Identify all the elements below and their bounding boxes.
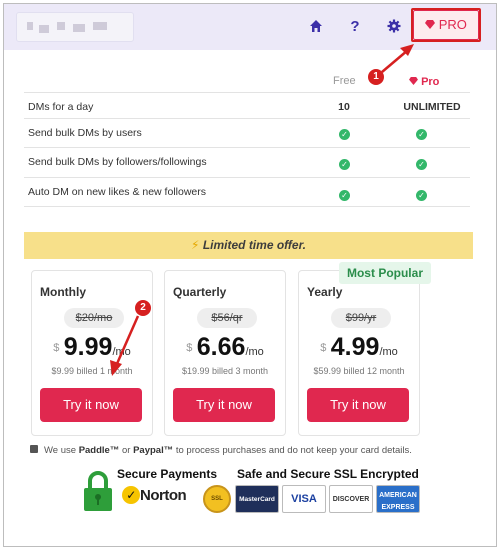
- table-row: Auto DM on new likes & new followers ✓ ✓: [24, 177, 470, 207]
- currency: $: [53, 342, 60, 354]
- gem-icon: [409, 76, 418, 88]
- pro-button-label: PRO: [438, 17, 467, 32]
- feature-label: Auto DM on new likes & new followers: [28, 186, 206, 198]
- norton-label: Norton: [140, 487, 187, 504]
- pro-button[interactable]: PRO: [413, 10, 479, 40]
- try-yearly-button[interactable]: Try it now: [307, 388, 409, 422]
- plan-name: Quarterly: [173, 285, 227, 299]
- old-price: $99/yr: [331, 308, 391, 328]
- price-period: /mo: [379, 346, 398, 358]
- plan-name: Monthly: [40, 285, 86, 299]
- col-pro-label: Pro: [421, 76, 440, 88]
- check-icon: ✓: [339, 190, 350, 201]
- table-row: Send bulk DMs by followers/followings ✓ …: [24, 147, 470, 177]
- discover-badge: DISCOVER: [329, 485, 373, 513]
- check-icon: ✓: [416, 159, 427, 170]
- visa-badge: VISA: [282, 485, 326, 513]
- try-quarterly-button[interactable]: Try it now: [173, 388, 275, 422]
- ssl-seal-badge: SSL: [203, 485, 231, 513]
- arrow-icon: [110, 315, 140, 376]
- free-value: 10: [338, 101, 350, 113]
- ssl-title: Safe and Secure SSL Encrypted: [237, 467, 419, 481]
- gear-icon[interactable]: [385, 19, 403, 37]
- padlock-icon: [84, 471, 112, 511]
- price: $ 6.66/mo: [165, 333, 285, 362]
- norton-badge: ✓ Norton: [122, 486, 187, 504]
- paypal-label: Paypal™: [133, 445, 174, 456]
- card-label: VISA: [291, 493, 317, 505]
- card-label: DISCOVER: [332, 496, 370, 503]
- feature-label: Send bulk DMs by users: [28, 127, 142, 139]
- price-amount: 6.66: [196, 333, 246, 361]
- price-amount: 4.99: [330, 333, 380, 361]
- note-text: or: [119, 445, 134, 456]
- col-pro: Pro: [409, 76, 439, 88]
- secure-payments-title: Secure Payments: [117, 467, 218, 481]
- card-label: AMERICAN EXPRESS: [379, 492, 417, 511]
- price: $ 4.99/mo: [299, 333, 419, 362]
- price-period: /mo: [245, 346, 264, 358]
- arrow-icon: [381, 44, 414, 73]
- gem-icon: [425, 11, 436, 38]
- check-icon: ✓: [339, 159, 350, 170]
- plan-card-quarterly: Quarterly $56/qr $ 6.66/mo $19.99 billed…: [164, 270, 286, 436]
- offer-banner: ⚡ Limited time offer.: [24, 232, 473, 259]
- check-icon: ✓: [416, 190, 427, 201]
- col-free: Free: [333, 75, 356, 87]
- billed-note: $19.99 billed 3 month: [181, 366, 269, 376]
- old-price: $56/qr: [197, 308, 257, 328]
- checkmark-icon: ✓: [122, 486, 140, 504]
- billed-note: $59.99 billed 12 month: [313, 366, 405, 376]
- lock-icon: [30, 445, 38, 453]
- payment-note: We use Paddle™ or Paypal™ to process pur…: [30, 445, 412, 456]
- paddle-label: Paddle™: [78, 445, 120, 456]
- mastercard-badge: MasterCard: [235, 485, 279, 513]
- table-row: Send bulk DMs by users ✓ ✓: [24, 118, 470, 148]
- offer-text: Limited time offer.: [202, 238, 306, 252]
- currency: $: [186, 342, 193, 354]
- feature-label: DMs for a day: [28, 101, 94, 113]
- help-icon[interactable]: ?: [346, 19, 364, 35]
- plan-name: Yearly: [307, 285, 343, 299]
- check-icon: ✓: [416, 129, 427, 140]
- note-text: We use: [44, 445, 79, 456]
- home-icon[interactable]: [307, 19, 325, 37]
- lightning-icon: ⚡: [191, 238, 200, 252]
- most-popular-badge: Most Popular: [339, 262, 431, 284]
- try-monthly-button[interactable]: Try it now: [40, 388, 142, 422]
- note-text: to process purchases and do not keep you…: [173, 445, 412, 456]
- amex-badge: AMERICAN EXPRESS: [376, 485, 420, 513]
- pro-value: UNLIMITED: [403, 101, 461, 113]
- currency: $: [320, 342, 327, 354]
- feature-label: Send bulk DMs by followers/followings: [28, 156, 207, 168]
- check-icon: ✓: [339, 129, 350, 140]
- brand-logo: [16, 12, 134, 42]
- plan-card-yearly: Yearly $99/yr $ 4.99/mo $59.99 billed 12…: [298, 270, 420, 436]
- table-divider: [24, 206, 470, 207]
- card-label: MasterCard: [239, 496, 275, 503]
